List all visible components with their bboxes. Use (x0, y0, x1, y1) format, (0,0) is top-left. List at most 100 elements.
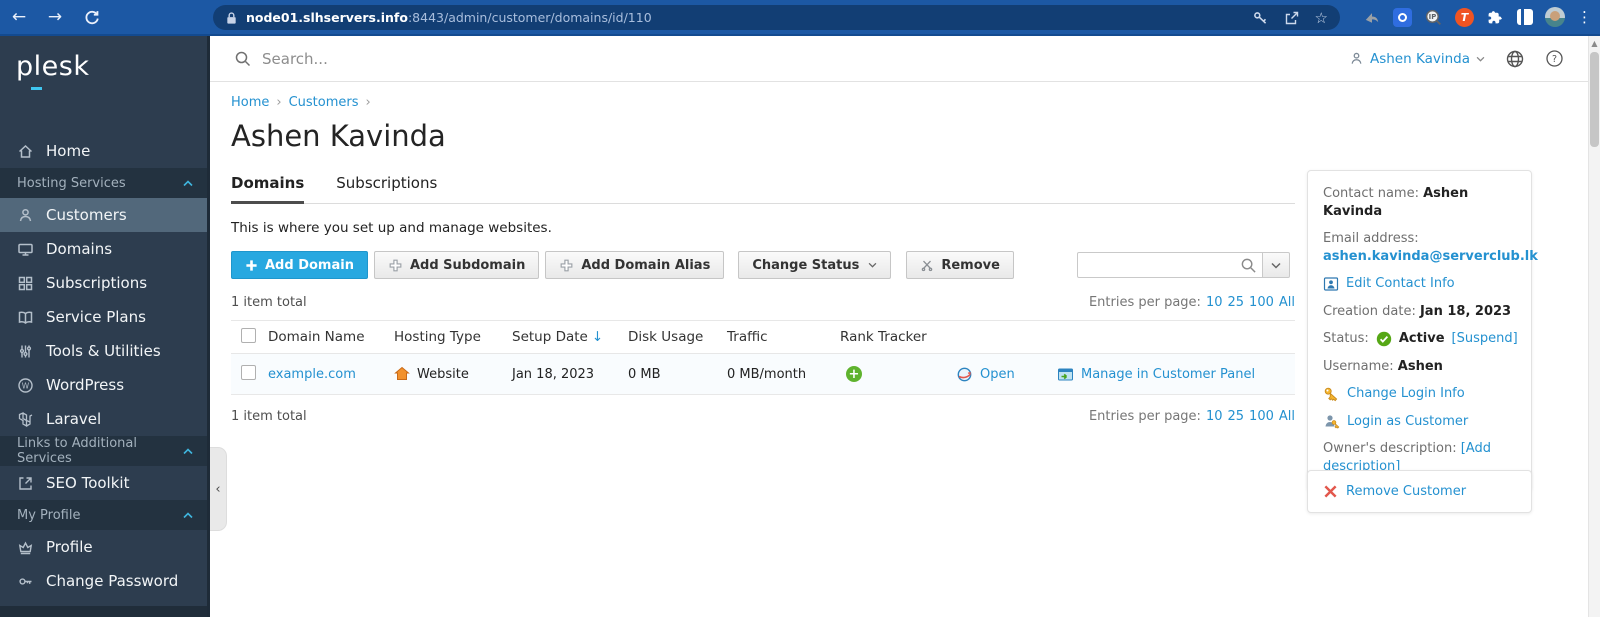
main-content: Home › Customers › Ashen Kavinda Domains… (210, 82, 1316, 424)
app-header: Ashen Kavinda ? (210, 36, 1588, 82)
breadcrumb-separator: › (365, 95, 371, 110)
extension-o-icon[interactable] (1393, 7, 1412, 27)
share-icon[interactable] (1284, 10, 1300, 26)
items-total: 1 item total (231, 409, 307, 424)
sidebar-item-wordpress[interactable]: W WordPress (0, 368, 207, 402)
add-subdomain-button[interactable]: Add Subdomain (373, 251, 540, 279)
help-icon[interactable]: ? (1545, 49, 1564, 68)
svg-text:W: W (22, 381, 30, 390)
entries-option-100[interactable]: 100 (1249, 409, 1274, 424)
service-plans-icon (17, 309, 34, 326)
scrollbar-up-arrow[interactable]: ▲ (1589, 39, 1600, 48)
sidebar-item-customers[interactable]: Customers (0, 198, 207, 232)
add-domain-button[interactable]: Add Domain (231, 251, 368, 279)
sidebar-item-home[interactable]: Home (0, 134, 207, 168)
sidebar-section-links-additional-services[interactable]: Links to Additional Services (0, 436, 207, 466)
table-row: example.com Website Jan 18, 2023 0 MB 0 … (231, 354, 1295, 395)
username-label: Username: (1323, 358, 1394, 374)
global-search-input[interactable] (262, 49, 682, 68)
open-link[interactable]: Open (980, 367, 1015, 382)
remove-customer-x-icon (1323, 484, 1338, 499)
column-rank-tracker[interactable]: Rank Tracker (840, 329, 956, 345)
entries-option-10[interactable]: 10 (1206, 295, 1223, 310)
email-label: Email address: (1323, 231, 1419, 247)
plesk-logo[interactable]: plesk (0, 36, 207, 98)
sidebar-item-tools-utilities[interactable]: Tools & Utilities (0, 334, 207, 368)
filter-input[interactable] (1077, 252, 1263, 278)
add-domain-alias-button[interactable]: Add Domain Alias (545, 251, 725, 279)
change-login-info-link[interactable]: Change Login Info (1347, 385, 1465, 403)
breadcrumb-customers-link[interactable]: Customers (289, 95, 359, 110)
owner-description-label: Owner's description: (1323, 441, 1457, 457)
column-domain-name[interactable]: Domain Name (268, 329, 394, 345)
scrollbar-thumb[interactable] (1590, 52, 1599, 147)
column-disk-usage[interactable]: Disk Usage (628, 329, 727, 345)
entries-option-all[interactable]: All (1279, 409, 1295, 424)
entries-option-all[interactable]: All (1279, 295, 1295, 310)
page-description: This is where you set up and manage webs… (231, 220, 552, 236)
remove-customer-card: Remove Customer (1307, 470, 1532, 513)
tab-subscriptions[interactable]: Subscriptions (336, 174, 437, 203)
sidebar-item-service-plans[interactable]: Service Plans (0, 300, 207, 334)
entries-option-25[interactable]: 25 (1228, 409, 1245, 424)
domains-icon (17, 241, 34, 258)
manage-panel-icon (1057, 366, 1074, 383)
column-setup-date[interactable]: Setup Date ↓ (512, 329, 628, 345)
edit-contact-info-link[interactable]: Edit Contact Info (1346, 275, 1455, 293)
rank-tracker-add-button[interactable]: + (846, 366, 862, 382)
password-key-icon[interactable] (1252, 9, 1269, 26)
extension-arrow-icon[interactable] (1362, 8, 1381, 27)
filter-dropdown-button[interactable] (1263, 252, 1290, 278)
remove-customer-link[interactable]: Remove Customer (1346, 484, 1466, 499)
manage-in-customer-panel-link[interactable]: Manage in Customer Panel (1081, 367, 1255, 382)
change-login-key-icon (1323, 386, 1340, 403)
email-link[interactable]: ashen.kavinda@serverclub.lk (1323, 249, 1538, 264)
extension-split-screen-icon[interactable] (1517, 9, 1533, 25)
filter-search-icon[interactable] (1240, 257, 1257, 274)
domain-link[interactable]: example.com (268, 367, 356, 382)
browser-menu-icon[interactable]: ⋮ (1577, 8, 1592, 26)
sidebar: plesk Home Hosting Services Customers Do… (0, 36, 210, 617)
tab-domains[interactable]: Domains (231, 174, 305, 204)
entries-option-10[interactable]: 10 (1206, 409, 1223, 424)
extension-puzzle-icon[interactable] (1486, 8, 1505, 27)
lock-icon[interactable] (225, 11, 238, 25)
address-bar[interactable]: node01.slhservers.info:8443/admin/custom… (213, 5, 1340, 30)
sidebar-item-profile[interactable]: Profile (0, 530, 207, 564)
sidebar-collapse-handle[interactable]: ‹ (210, 447, 227, 531)
browser-forward-icon[interactable]: → (44, 6, 66, 28)
sidebar-item-domains[interactable]: Domains (0, 232, 207, 266)
column-traffic[interactable]: Traffic (727, 329, 840, 345)
login-as-customer-link[interactable]: Login as Customer (1347, 413, 1468, 431)
entries-option-25[interactable]: 25 (1228, 295, 1245, 310)
sidebar-item-laravel[interactable]: Laravel (0, 402, 207, 436)
change-status-button[interactable]: Change Status (738, 251, 892, 279)
row-checkbox[interactable] (241, 364, 256, 380)
breadcrumb-home-link[interactable]: Home (231, 95, 269, 110)
extension-ip-lookup-icon[interactable]: IP (1424, 8, 1443, 27)
globe-icon[interactable] (1505, 49, 1525, 69)
suspend-link[interactable]: [Suspend] (1452, 330, 1518, 348)
browser-refresh-icon[interactable] (80, 6, 102, 28)
remove-x-icon (920, 258, 934, 272)
breadcrumb-separator: › (276, 95, 282, 110)
browser-profile-avatar[interactable] (1545, 7, 1565, 27)
remove-button[interactable]: Remove (906, 251, 1014, 279)
plus-outline-icon (388, 258, 403, 273)
edit-contact-icon (1323, 276, 1339, 292)
column-hosting-type[interactable]: Hosting Type (394, 329, 512, 345)
user-menu[interactable]: Ashen Kavinda (1349, 51, 1485, 67)
select-all-checkbox[interactable] (241, 327, 256, 343)
sidebar-section-hosting-services[interactable]: Hosting Services (0, 168, 207, 198)
entries-option-100[interactable]: 100 (1249, 295, 1274, 310)
page-scrollbar[interactable]: ▲ (1588, 36, 1600, 617)
browser-back-icon[interactable]: ← (8, 6, 30, 28)
sidebar-item-seo-toolkit[interactable]: SEO Toolkit (0, 466, 207, 500)
bookmark-star-icon[interactable]: ☆ (1315, 9, 1328, 27)
url-path: :8443/admin/customer/domains/id/110 (407, 10, 652, 25)
extension-t-icon[interactable]: T (1455, 7, 1474, 27)
sidebar-section-my-profile[interactable]: My Profile (0, 500, 207, 530)
traffic-value: 0 MB/month (727, 366, 807, 382)
sidebar-item-subscriptions[interactable]: Subscriptions (0, 266, 207, 300)
sidebar-item-change-password[interactable]: Change Password (0, 564, 207, 598)
